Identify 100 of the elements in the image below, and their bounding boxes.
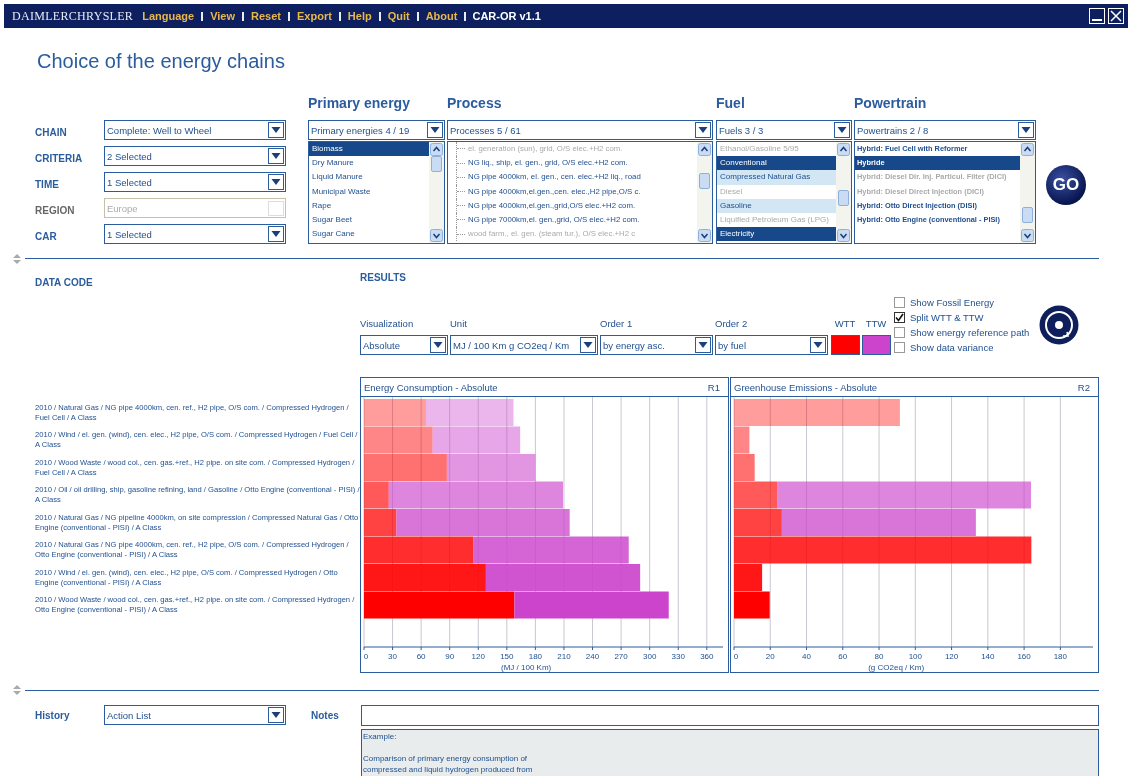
menu-item[interactable]: Quit — [386, 10, 411, 22]
control-label: Visualization — [360, 318, 415, 331]
close-icon[interactable] — [1108, 8, 1124, 24]
list-item[interactable]: Rape — [309, 198, 429, 213]
control-label: Unit — [450, 318, 468, 331]
menu-item[interactable]: View — [209, 10, 236, 22]
list-item[interactable]: Electricity — [717, 227, 836, 242]
caret-icon — [695, 122, 711, 138]
scroll-thumb[interactable] — [699, 173, 710, 189]
dropdown[interactable]: by fuel — [715, 335, 828, 355]
tick-label: 60 — [416, 652, 426, 661]
dropdown[interactable]: Absolute — [360, 335, 448, 355]
scrollbar[interactable] — [697, 142, 712, 243]
menu-item[interactable]: Reset — [250, 10, 282, 22]
axis-label: (g CO2eq / Km) — [868, 663, 925, 672]
color-swatch[interactable] — [861, 335, 891, 355]
section-heading: DATA CODE — [35, 277, 93, 288]
list-item[interactable]: Liquid Manure — [309, 170, 429, 185]
dropdown[interactable]: Fuels 3 / 3 — [716, 120, 852, 140]
list-item[interactable]: Conventional — [717, 156, 836, 171]
dropdown[interactable]: by energy asc. — [600, 335, 713, 355]
tick-label: 270 — [614, 652, 628, 661]
caret-icon — [695, 337, 711, 353]
tick-label: 180 — [528, 652, 543, 661]
tick-label: 100 — [908, 652, 922, 661]
refresh-icon[interactable] — [1039, 305, 1080, 345]
tick-label: 0 — [363, 652, 369, 661]
caret-icon — [580, 337, 596, 353]
logo: DAIMLERCHRYSLER — [12, 8, 134, 24]
resize-handle-icon[interactable] — [13, 253, 21, 264]
dropdown[interactable]: 1 Selected — [104, 172, 286, 192]
scroll-thumb[interactable] — [838, 190, 849, 206]
field-label: CHAIN — [35, 126, 68, 138]
checkbox-label: Show Fossil Energy — [910, 297, 994, 308]
scroll-up-icon[interactable] — [430, 143, 443, 156]
dropdown[interactable]: Powertrains 2 / 8 — [854, 120, 1036, 140]
caret-icon — [268, 707, 284, 723]
section-heading: RESULTS — [360, 272, 407, 283]
column-heading: Process — [447, 95, 503, 113]
menu-item[interactable]: Export — [296, 10, 333, 22]
scrollbar[interactable] — [836, 142, 851, 243]
dropdown[interactable]: Complete: Well to Wheel — [104, 120, 286, 140]
scroll-down-icon[interactable] — [430, 229, 443, 242]
dropdown[interactable]: 2 Selected — [104, 146, 286, 166]
checkbox[interactable] — [894, 342, 905, 353]
list-item[interactable]: Gasoline — [717, 198, 836, 213]
checkbox[interactable] — [894, 327, 905, 338]
tick-label: 60 — [838, 652, 848, 661]
tick-label: 20 — [765, 652, 775, 661]
tick-label: 90 — [445, 652, 455, 661]
tick-label: 240 — [585, 652, 600, 661]
version-label: CAR-OR v1.1 — [472, 10, 541, 22]
list-item[interactable]: Dry Manure — [309, 156, 429, 171]
dropdown[interactable]: MJ / 100 Km g CO2eq / Km — [450, 335, 598, 355]
color-swatch[interactable] — [830, 335, 860, 355]
scroll-thumb[interactable] — [1022, 207, 1033, 223]
checkbox[interactable] — [894, 297, 905, 308]
field-label: CRITERIA — [35, 152, 84, 164]
tick-label: 180 — [1053, 652, 1068, 661]
caret-icon — [834, 122, 850, 138]
resize-handle-icon[interactable] — [13, 685, 21, 695]
scroll-down-icon[interactable] — [698, 229, 711, 242]
column-heading: Primary energy — [308, 95, 411, 113]
tick-label: 300 — [643, 652, 657, 661]
caret-icon — [1018, 122, 1034, 138]
dropdown[interactable]: Primary energies 4 / 19 — [308, 120, 445, 140]
legend-label: WTT — [834, 318, 856, 331]
scroll-down-icon[interactable] — [837, 229, 850, 242]
menu-item[interactable]: Language — [141, 10, 196, 22]
list-item[interactable]: Compressed Natural Gas — [717, 170, 836, 185]
scroll-thumb[interactable] — [431, 156, 442, 172]
tick-label: 210 — [557, 652, 571, 661]
tick-label: 80 — [874, 652, 884, 661]
list-item[interactable]: Sugar Cane — [309, 227, 429, 242]
menu-item[interactable]: About — [424, 10, 459, 22]
dropdown[interactable]: 1 Selected — [104, 224, 286, 244]
menu-item[interactable]: Help — [346, 10, 373, 22]
minimize-icon[interactable] — [1089, 8, 1105, 24]
list-item[interactable]: Biomass — [309, 142, 429, 157]
chart-tag: R2 — [1077, 381, 1090, 393]
checkbox[interactable] — [894, 312, 905, 323]
scroll-up-icon[interactable] — [837, 143, 850, 156]
scroll-down-icon[interactable] — [1021, 229, 1034, 242]
scrollbar[interactable] — [1020, 142, 1035, 243]
go-button[interactable]: GO — [1046, 165, 1086, 205]
column-heading: Fuel — [716, 95, 746, 113]
tick-label: 330 — [671, 652, 685, 661]
list-item[interactable]: Sugar Beet — [309, 212, 429, 228]
caret-icon — [427, 122, 443, 138]
field-label: Notes — [310, 709, 340, 721]
page-title: Choice of the energy chains — [36, 49, 286, 74]
scrollbar[interactable] — [429, 142, 444, 243]
scroll-up-icon[interactable] — [698, 143, 711, 156]
scroll-up-icon[interactable] — [1021, 143, 1034, 156]
notes-input[interactable] — [361, 705, 1099, 726]
list-item[interactable]: Municipal Waste — [309, 184, 429, 199]
tick-label: 0 — [733, 652, 739, 661]
dropdown[interactable]: Processes 5 / 61 — [447, 120, 713, 140]
dropdown[interactable]: Action List — [104, 705, 286, 725]
checkbox-label: Split WTT & TTW — [910, 312, 984, 323]
